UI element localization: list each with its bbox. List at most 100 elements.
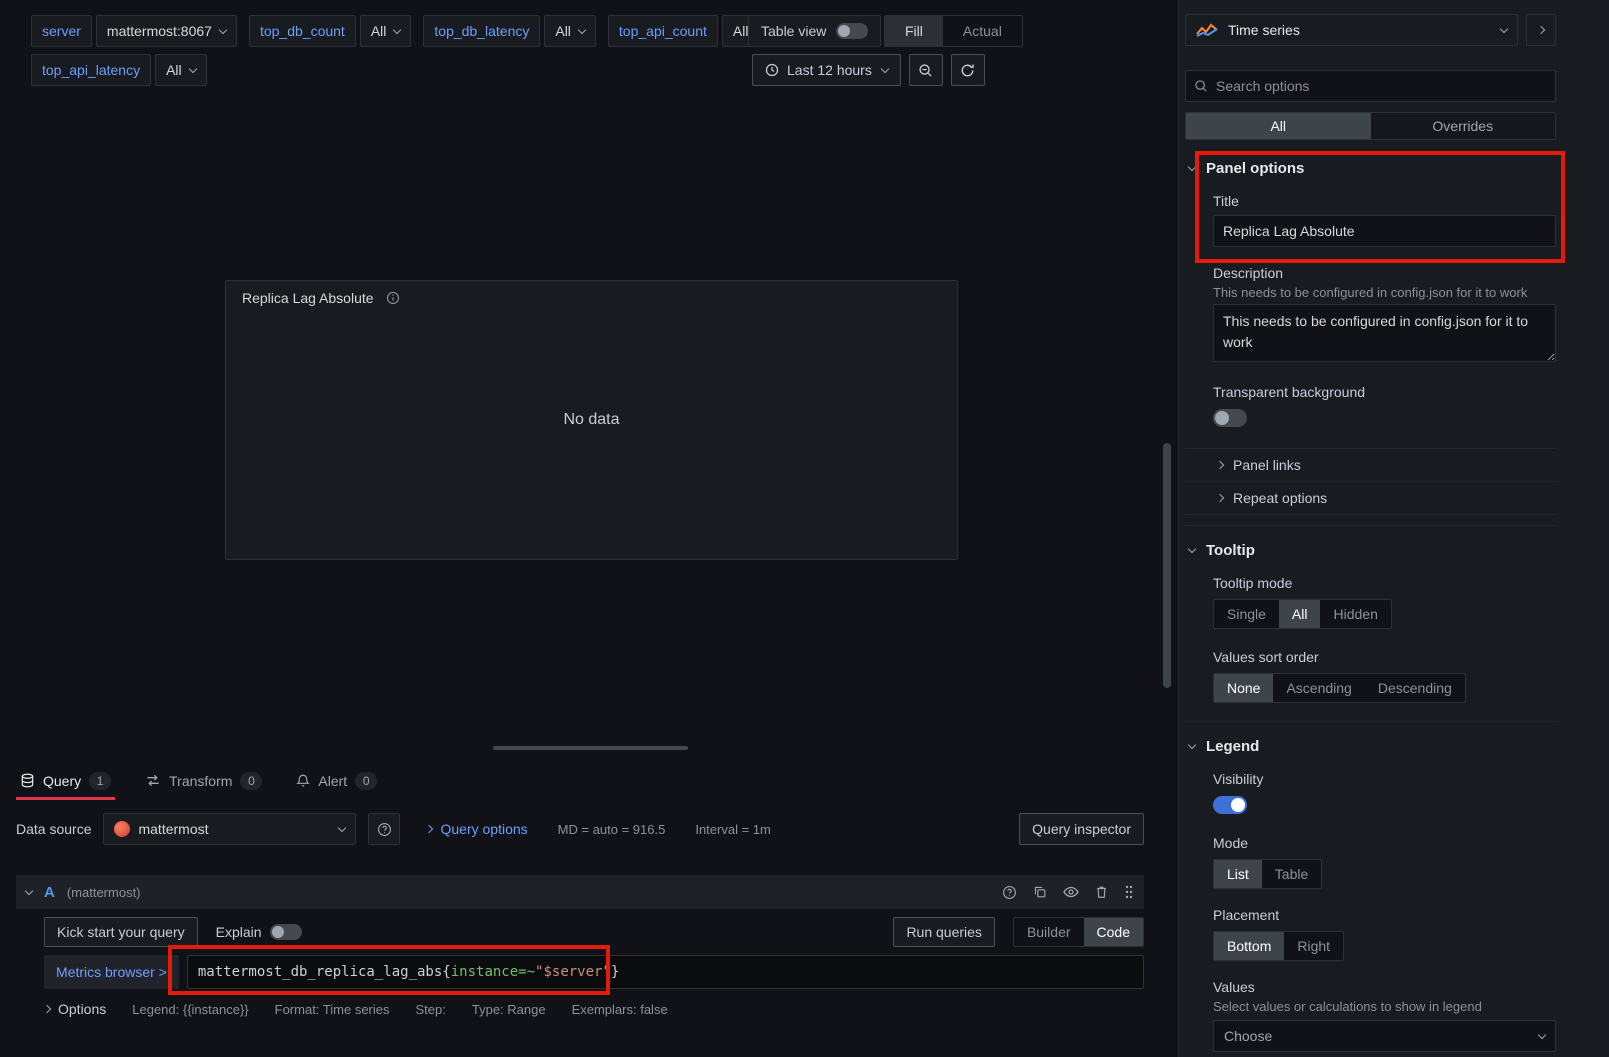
database-icon bbox=[20, 773, 35, 788]
sort-descending[interactable]: Descending bbox=[1365, 674, 1465, 702]
legend-values-select[interactable]: Choose bbox=[1213, 1020, 1556, 1052]
tooltip-mode-hidden[interactable]: Hidden bbox=[1320, 600, 1390, 628]
tab-alert[interactable]: Alert 0 bbox=[292, 764, 381, 800]
actual-button[interactable]: Actual bbox=[943, 16, 1022, 46]
vertical-scrollbar[interactable] bbox=[1163, 443, 1171, 688]
panel-options-sidebar: Time series All Overrides bbox=[1178, 0, 1609, 1057]
chevron-down-icon[interactable] bbox=[25, 886, 33, 894]
panel-links-row[interactable]: Panel links bbox=[1185, 448, 1556, 481]
clock-icon bbox=[765, 63, 779, 77]
bell-icon bbox=[296, 773, 310, 788]
tooltip-mode-single[interactable]: Single bbox=[1214, 600, 1279, 628]
query-ref-id: A bbox=[44, 884, 55, 901]
tab-alert-label: Alert bbox=[318, 773, 347, 789]
legend-header[interactable]: Legend bbox=[1185, 738, 1556, 755]
variable-server-dropdown[interactable]: mattermost:8067 bbox=[96, 15, 237, 47]
duplicate-icon[interactable] bbox=[1033, 885, 1047, 899]
legend-mode-list[interactable]: List bbox=[1214, 860, 1262, 888]
table-view-control: Table view bbox=[748, 15, 881, 47]
expr-brace-close: } bbox=[611, 964, 619, 980]
expr-brace-open: { bbox=[442, 964, 450, 980]
query-inspector-button[interactable]: Query inspector bbox=[1019, 813, 1144, 845]
time-controls: Last 12 hours bbox=[752, 54, 985, 86]
expr-value: "$server" bbox=[535, 964, 611, 980]
explain-toggle[interactable] bbox=[270, 924, 302, 940]
legend-mode-control: List Table bbox=[1213, 859, 1322, 889]
description-label: Description bbox=[1213, 265, 1556, 281]
visibility-label: Visibility bbox=[1213, 771, 1556, 787]
title-label: Title bbox=[1213, 193, 1556, 209]
datasource-picker[interactable]: mattermost bbox=[103, 813, 356, 845]
tab-transform[interactable]: Transform 0 bbox=[141, 764, 266, 800]
legend-visibility-toggle[interactable] bbox=[1213, 796, 1247, 814]
help-circle-icon[interactable] bbox=[1002, 885, 1017, 900]
variable-top-db-count-dropdown[interactable]: All bbox=[360, 15, 412, 47]
collapse-pane-button[interactable] bbox=[1526, 14, 1556, 46]
tab-alert-count: 0 bbox=[355, 772, 377, 790]
time-range-picker[interactable]: Last 12 hours bbox=[752, 54, 901, 86]
placement-right[interactable]: Right bbox=[1284, 932, 1343, 960]
placement-bottom[interactable]: Bottom bbox=[1214, 932, 1284, 960]
tooltip-mode-all[interactable]: All bbox=[1279, 600, 1321, 628]
editor-tabs: Query 1 Transform 0 Alert 0 bbox=[16, 764, 1144, 800]
collapsible-rows: Panel links Repeat options bbox=[1185, 448, 1556, 515]
panel-title-input[interactable] bbox=[1213, 215, 1556, 247]
fill-button[interactable]: Fill bbox=[885, 16, 943, 46]
variable-top-api-latency-dropdown[interactable]: All bbox=[155, 54, 207, 86]
query-options-md: MD = auto = 916.5 bbox=[558, 822, 666, 837]
legend-values-label: Values bbox=[1213, 979, 1556, 995]
variable-top-db-latency-dropdown[interactable]: All bbox=[544, 15, 596, 47]
chevron-right-icon bbox=[1216, 461, 1224, 469]
run-queries-button[interactable]: Run queries bbox=[893, 917, 995, 947]
trash-icon[interactable] bbox=[1095, 885, 1108, 899]
query-editor-pane: Query 1 Transform 0 Alert 0 Data source bbox=[16, 764, 1144, 1017]
refresh-button[interactable] bbox=[951, 54, 985, 86]
panel-links-label: Panel links bbox=[1233, 457, 1301, 473]
table-view-toggle[interactable] bbox=[836, 23, 868, 39]
pane-resize-handle[interactable] bbox=[493, 746, 688, 750]
editor-mode-control: Builder Code bbox=[1013, 917, 1144, 947]
visualization-picker[interactable]: Time series bbox=[1185, 14, 1518, 46]
variable-top-db-count: top_db_count All bbox=[249, 15, 411, 47]
transparent-background-toggle[interactable] bbox=[1213, 409, 1247, 427]
kick-start-button[interactable]: Kick start your query bbox=[44, 917, 198, 947]
panel-description-input[interactable]: This needs to be configured in config.js… bbox=[1213, 304, 1556, 362]
datasource-logo-icon bbox=[114, 821, 130, 837]
sort-ascending[interactable]: Ascending bbox=[1273, 674, 1364, 702]
metrics-browser-button[interactable]: Metrics browser > bbox=[44, 955, 179, 989]
no-data-message: No data bbox=[226, 281, 957, 559]
values-sort-order-label: Values sort order bbox=[1213, 649, 1556, 665]
visualization-name: Time series bbox=[1228, 22, 1491, 38]
filter-tab-overrides[interactable]: Overrides bbox=[1371, 113, 1556, 139]
query-row-header[interactable]: A (mattermost) bbox=[16, 875, 1144, 909]
tab-query[interactable]: Query 1 bbox=[16, 764, 115, 800]
repeat-options-row[interactable]: Repeat options bbox=[1185, 481, 1556, 514]
drag-handle-icon[interactable] bbox=[1124, 884, 1134, 900]
builder-mode-button[interactable]: Builder bbox=[1014, 918, 1084, 946]
chevron-down-icon bbox=[393, 25, 401, 33]
options-search bbox=[1185, 70, 1556, 102]
dashboard-variables-row-2: top_api_latency All bbox=[31, 54, 207, 86]
chevron-right-icon bbox=[43, 1005, 51, 1013]
search-input[interactable] bbox=[1185, 70, 1556, 102]
options-toggle[interactable]: Options bbox=[44, 1001, 106, 1017]
datasource-help-button[interactable] bbox=[368, 813, 400, 845]
variable-server-value: mattermost:8067 bbox=[107, 23, 212, 39]
tab-query-count: 1 bbox=[89, 772, 111, 790]
datasource-label: Data source bbox=[16, 821, 91, 837]
code-mode-button[interactable]: Code bbox=[1084, 918, 1143, 946]
sort-none[interactable]: None bbox=[1214, 674, 1273, 702]
legend-mode-table[interactable]: Table bbox=[1262, 860, 1321, 888]
eye-icon[interactable] bbox=[1063, 886, 1079, 898]
filter-tab-all[interactable]: All bbox=[1186, 113, 1371, 139]
panel-options-header[interactable]: Panel options bbox=[1185, 160, 1556, 177]
tooltip-header[interactable]: Tooltip bbox=[1185, 542, 1556, 559]
explain-label: Explain bbox=[216, 924, 262, 940]
query-options-toggle[interactable]: Query options bbox=[426, 821, 527, 837]
tooltip-header-label: Tooltip bbox=[1206, 542, 1255, 559]
section-tooltip: Tooltip Tooltip mode Single All Hidden V… bbox=[1185, 525, 1556, 703]
section-legend: Legend Visibility Mode List Table Placem… bbox=[1185, 721, 1556, 1052]
zoom-out-button[interactable] bbox=[909, 54, 943, 86]
options-type: Type: Range bbox=[472, 1002, 546, 1017]
promql-expression-input[interactable]: mattermost_db_replica_lag_abs{instance=~… bbox=[187, 955, 1144, 989]
